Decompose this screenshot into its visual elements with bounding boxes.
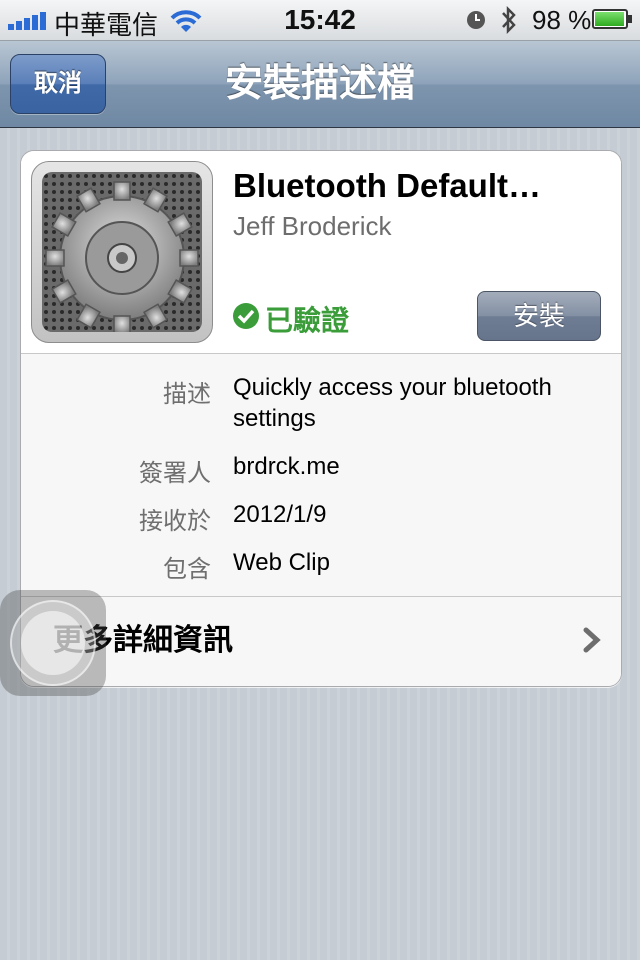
bluetooth-icon — [502, 5, 516, 35]
install-button[interactable]: 安裝 — [477, 291, 601, 341]
profile-author: Jeff Broderick — [233, 211, 392, 241]
detail-value: 2012/1/9 — [233, 501, 327, 528]
chevron-right-icon — [583, 627, 601, 653]
nav-bar: 安裝描述檔 取消 — [0, 41, 640, 128]
profile-header: Bluetooth Default… Jeff Broderick 已驗證 安裝 — [21, 151, 621, 354]
detail-label: 接收於 — [139, 508, 211, 535]
profile-icon — [31, 161, 213, 343]
profile-card: Bluetooth Default… Jeff Broderick 已驗證 安裝… — [20, 150, 622, 687]
assistive-touch-icon[interactable] — [0, 590, 106, 696]
assistive-touch-core — [21, 611, 85, 675]
profile-details: 描述 Quickly access your bluetooth setting… — [21, 354, 621, 597]
detail-label: 描述 — [163, 381, 211, 408]
detail-value: brdrck.me — [233, 453, 340, 480]
battery-icon — [592, 9, 632, 29]
clock-icon — [467, 11, 485, 29]
screen: 中華電信 15:42 98 % 安裝描述檔 取消 Bluetooth Defau… — [0, 0, 640, 960]
profile-name: Bluetooth Default… — [233, 167, 541, 204]
checkmark-icon — [233, 303, 259, 329]
detail-label: 簽署人 — [139, 460, 211, 487]
detail-value: Web Clip — [233, 549, 330, 576]
status-bar: 中華電信 15:42 98 % — [0, 0, 640, 41]
detail-label: 包含 — [163, 556, 211, 583]
detail-value: Quickly access your bluetooth settings — [233, 374, 552, 432]
gear-icon — [42, 172, 202, 332]
cancel-button[interactable]: 取消 — [10, 54, 106, 114]
battery-percent: 98 % — [532, 5, 592, 35]
more-info-row[interactable]: 更多詳細資訊 — [21, 597, 621, 685]
verified-label: 已驗證 — [265, 305, 350, 336]
